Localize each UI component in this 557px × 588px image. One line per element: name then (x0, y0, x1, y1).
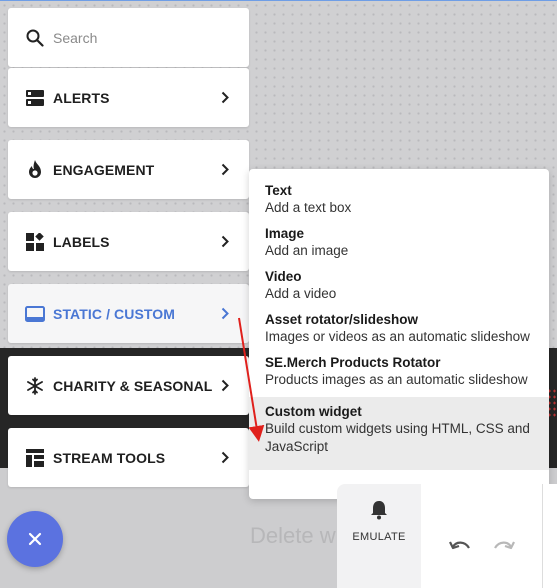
search-icon (25, 28, 45, 48)
stream-tools-icon (25, 448, 45, 468)
option-title: Text (265, 183, 292, 198)
emulate-label: EMULATE (352, 531, 406, 543)
chevron-right-icon (219, 451, 231, 465)
redo-icon[interactable] (491, 536, 517, 556)
chevron-right-icon (219, 163, 231, 177)
option-description: Build custom widgets using HTML, CSS and… (265, 421, 530, 454)
menu-item-label: ENGAGEMENT (53, 161, 155, 178)
menu-item-label: ALERTS (53, 89, 110, 106)
option-title: Image (265, 226, 305, 241)
undo-icon[interactable] (447, 536, 473, 556)
option-description: Add a video (265, 286, 337, 301)
flame-icon (25, 160, 45, 180)
menu-item-static-custom[interactable]: STATIC / CUSTOM (8, 284, 249, 343)
close-button[interactable] (7, 511, 63, 567)
labels-icon (25, 232, 45, 252)
history-controls (421, 484, 542, 588)
menu-item-charity-seasonal[interactable]: CHARITY & SEASONAL (8, 356, 249, 415)
option-description: Products images as an automatic slidesho… (265, 372, 528, 387)
submenu-option-text[interactable]: Text Add a text box (249, 169, 549, 225)
search-box[interactable]: Search (8, 8, 249, 67)
submenu-option-custom-widget[interactable]: Custom widget Build custom widgets using… (249, 397, 549, 470)
option-title: Asset rotator/slideshow (265, 312, 419, 327)
static-custom-icon (25, 304, 45, 324)
menu-item-engagement[interactable]: ENGAGEMENT (8, 140, 249, 199)
snowflake-icon (25, 376, 45, 396)
chevron-right-icon (219, 307, 231, 321)
menu-item-label: STATIC / CUSTOM (53, 305, 176, 322)
close-icon (28, 526, 42, 552)
option-description: Images or videos as an automatic slidesh… (265, 329, 530, 344)
chevron-right-icon (219, 379, 231, 393)
submenu-option-image[interactable]: Image Add an image (249, 225, 549, 268)
menu-item-stream-tools[interactable]: STREAM TOOLS (8, 428, 249, 487)
option-description: Add a text box (265, 200, 352, 215)
chevron-right-icon (219, 235, 231, 249)
chevron-right-icon (219, 91, 231, 105)
alerts-icon (25, 88, 45, 108)
emulate-button[interactable]: EMULATE (337, 484, 421, 588)
option-title: SE.Merch Products Rotator (265, 355, 441, 370)
option-description: Add an image (265, 243, 349, 258)
bell-icon (370, 500, 388, 525)
search-input[interactable]: Search (53, 30, 249, 46)
submenu-option-merch-rotator[interactable]: SE.Merch Products Rotator Products image… (249, 354, 549, 397)
option-title: Custom widget (265, 404, 362, 419)
menu-item-label: LABELS (53, 233, 110, 250)
menu-item-labels[interactable]: LABELS (8, 212, 249, 271)
delete-drop-zone-text: Delete w (250, 523, 336, 548)
menu-item-label: STREAM TOOLS (53, 449, 166, 466)
menu-item-alerts[interactable]: ALERTS (8, 68, 249, 127)
option-title: Video (265, 269, 302, 284)
static-custom-submenu: Text Add a text box Image Add an image V… (249, 169, 549, 499)
side-panel-edge (542, 484, 557, 588)
menu-item-label: CHARITY & SEASONAL (53, 377, 213, 394)
submenu-option-video[interactable]: Video Add a video (249, 268, 549, 311)
submenu-option-asset-rotator[interactable]: Asset rotator/slideshow Images or videos… (249, 311, 549, 354)
